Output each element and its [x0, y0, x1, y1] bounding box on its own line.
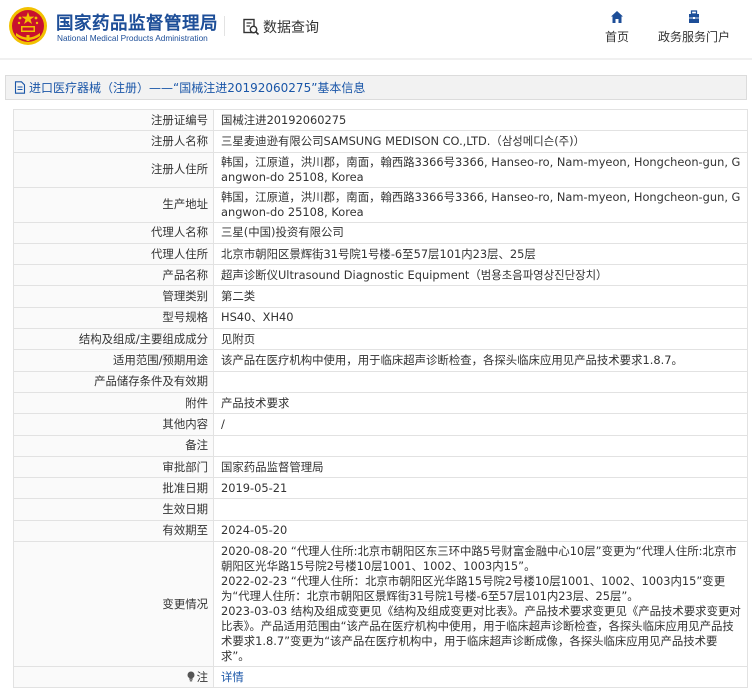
row-label: 结构及组成/主要组成成分	[13, 328, 214, 351]
header-divider	[224, 16, 225, 36]
nav-home[interactable]: 首页	[600, 10, 634, 45]
data-query-label: 数据查询	[263, 20, 319, 36]
row-label: 适用范围/预期用途	[13, 349, 214, 372]
row-label: 变更情况	[13, 541, 214, 668]
nav-home-label: 首页	[604, 30, 629, 44]
service-portal-icon	[689, 10, 699, 23]
row-value: 北京市朝阳区景辉街31号院1号楼-6至57层101内23层、25层	[213, 242, 748, 266]
row-label: 管理类别	[13, 285, 214, 308]
table-row: 适用范围/预期用途 该产品在医疗机构中使用，用于临床超声诊断检查，各探头临床应用…	[13, 349, 748, 372]
note-value: 详情	[213, 666, 748, 688]
table-row: 生产地址 韩国，江原道，洪川郡，南面，翰西路3366号3366, Hanseo-…	[13, 186, 748, 223]
table-row: 备注	[13, 434, 748, 457]
table-row: 批准日期 2019-05-21	[13, 477, 748, 500]
site-header: 国家药品监督管理局 National Medical Products Admi…	[0, 0, 752, 60]
row-value: 国械注进20192060275	[213, 108, 748, 132]
row-value: 超声诊断仪Ultrasound Diagnostic Equipment（범용초…	[213, 264, 748, 287]
row-label: 产品名称	[13, 264, 214, 287]
row-value	[213, 370, 748, 393]
row-value: 该产品在医疗机构中使用，用于临床超声诊断检查，各探头临床应用见产品技术要求1.8…	[213, 349, 748, 372]
table-row: 注册人名称 三星麦迪逊有限公司SAMSUNG MEDISON CO.,LTD.（…	[13, 130, 748, 153]
row-value: HS40、XH40	[213, 306, 748, 330]
document-icon	[14, 81, 26, 94]
table-row: 注册证编号 国械注进20192060275	[13, 108, 748, 132]
lightbulb-icon	[187, 671, 195, 682]
row-label: 产品储存条件及有效期	[13, 370, 214, 393]
table-row: 结构及组成/主要组成成分 见附页	[13, 328, 748, 351]
table-row: 审批部门 国家药品监督管理局	[13, 455, 748, 479]
table-row: 代理人名称 三星(中国)投资有限公司	[13, 221, 748, 244]
row-label: 代理人名称	[13, 221, 214, 244]
table-row: 生效日期	[13, 498, 748, 521]
note-row: 注 详情	[13, 666, 748, 688]
row-value: 三星(中国)投资有限公司	[213, 221, 748, 244]
change-entry: 2023-03-03 结构及组成变更见《结构及组成变更对比表》。产品技术要求变更…	[221, 604, 741, 664]
row-value: 产品技术要求	[213, 391, 748, 415]
row-label: 注册人名称	[13, 130, 214, 153]
document-search-icon	[243, 18, 260, 36]
row-value: /	[213, 413, 748, 436]
row-value: 韩国，江原道，洪川郡，南面，翰西路3366号3366, Hanseo-ro, N…	[213, 186, 748, 223]
row-label: 批准日期	[13, 477, 214, 500]
change-history-value: 2020-08-20 “代理人住所:北京市朝阳区东三环中路5号财富金融中心10层…	[213, 541, 748, 668]
row-label: 其他内容	[13, 413, 214, 436]
details-link[interactable]: 详情	[221, 670, 244, 684]
row-value: 2019-05-21	[213, 477, 748, 500]
registration-info-table: 注册证编号 国械注进20192060275 注册人名称 三星麦迪逊有限公司SAM…	[13, 108, 748, 688]
row-label: 代理人住所	[13, 242, 214, 266]
header-border	[0, 58, 752, 60]
section-header: 进口医疗器械（注册）——“国械注进20192060275”基本信息	[5, 75, 747, 100]
table-row: 注册人住所 韩国，江原道，洪川郡，南面，翰西路3366号3366, Hanseo…	[13, 151, 748, 188]
row-value: 国家药品监督管理局	[213, 455, 748, 479]
row-label: 注册证编号	[13, 108, 214, 132]
change-entry: 2020-08-20 “代理人住所:北京市朝阳区东三环中路5号财富金融中心10层…	[221, 544, 737, 574]
table-row: 有效期至 2024-05-20	[13, 519, 748, 543]
table-row: 管理类别 第二类	[13, 285, 748, 308]
row-label: 注册人住所	[13, 151, 214, 188]
row-value	[213, 498, 748, 521]
table-row: 产品名称 超声诊断仪Ultrasound Diagnostic Equipmen…	[13, 264, 748, 287]
section-title: 进口医疗器械（注册）——“国械注进20192060275”基本信息	[29, 81, 366, 95]
nav-service-label: 政务服务门户	[657, 30, 730, 44]
note-label-cell: 注	[13, 666, 214, 688]
note-label: 注	[196, 669, 208, 684]
row-value: 三星麦迪逊有限公司SAMSUNG MEDISON CO.,LTD.（삼성메디슨(…	[213, 130, 748, 153]
table-row: 附件 产品技术要求	[13, 391, 748, 415]
row-label: 有效期至	[13, 519, 214, 543]
row-label: 附件	[13, 391, 214, 415]
national-emblem-icon[interactable]	[8, 6, 48, 46]
change-entry: 2022-02-23 “代理人住所：北京市朝阳区光华路15号院2号楼10层100…	[221, 574, 726, 604]
row-value: 第二类	[213, 285, 748, 308]
row-label: 生效日期	[13, 498, 214, 521]
site-title: 国家药品监督管理局	[56, 14, 218, 34]
row-label: 审批部门	[13, 455, 214, 479]
row-label: 型号规格	[13, 306, 214, 330]
table-row: 型号规格 HS40、XH40	[13, 306, 748, 330]
row-value: 2024-05-20	[213, 519, 748, 543]
row-value: 韩国，江原道，洪川郡，南面，翰西路3366号3366, Hanseo-ro, N…	[213, 151, 748, 188]
row-value: 见附页	[213, 328, 748, 351]
table-row: 其他内容 /	[13, 413, 748, 436]
table-row: 产品储存条件及有效期	[13, 370, 748, 393]
site-subtitle: National Medical Products Administration	[57, 33, 208, 43]
nav-service-portal[interactable]: 政务服务门户	[654, 10, 734, 45]
data-query-link[interactable]: 数据查询	[242, 17, 319, 37]
home-icon	[611, 11, 623, 23]
row-value	[213, 434, 748, 457]
row-label: 生产地址	[13, 186, 214, 223]
row-label: 备注	[13, 434, 214, 457]
change-history-row: 变更情况 2020-08-20 “代理人住所:北京市朝阳区东三环中路5号财富金融…	[13, 541, 748, 668]
table-row: 代理人住所 北京市朝阳区景辉街31号院1号楼-6至57层101内23层、25层	[13, 242, 748, 266]
